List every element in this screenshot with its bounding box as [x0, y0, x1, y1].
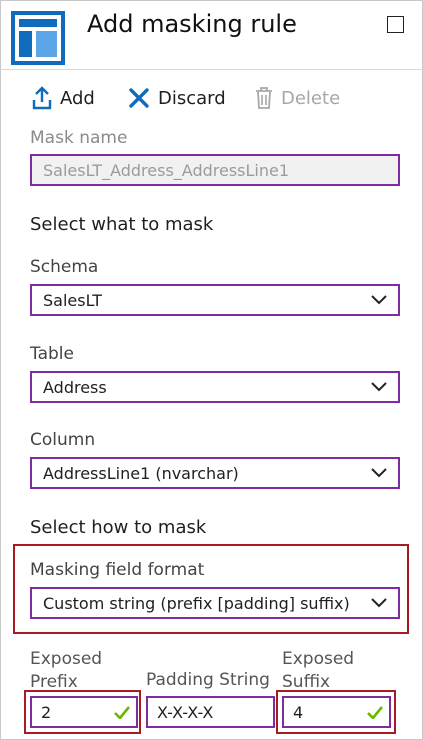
upload-icon [32, 86, 52, 110]
delete-button[interactable]: Delete [255, 84, 340, 112]
padding-string-input[interactable]: X-X-X-X [146, 696, 275, 728]
add-button-label: Add [60, 87, 95, 109]
exposed-suffix-label-line1: Exposed [282, 649, 355, 669]
exposed-prefix-label-line1: Exposed [30, 649, 103, 669]
mask-name-value: SalesLT_Address_AddressLine1 [43, 160, 290, 180]
exposed-prefix-input[interactable]: 2 [30, 696, 138, 728]
table-dropdown[interactable]: Address [30, 371, 400, 403]
exposed-suffix-label: Exposed Suffix [282, 648, 354, 694]
chevron-down-icon [371, 295, 387, 305]
select-how-heading: Select how to mask [30, 517, 207, 538]
column-label: Column [30, 430, 96, 450]
column-value: AddressLine1 (nvarchar) [43, 463, 239, 483]
masking-format-value: Custom string (prefix [padding] suffix) [43, 593, 350, 613]
delete-button-label: Delete [281, 87, 341, 109]
padding-string-value: X-X-X-X [157, 702, 214, 722]
schema-value: SalesLT [43, 290, 103, 310]
masking-format-label: Masking field format [30, 560, 205, 580]
schema-label: Schema [30, 257, 99, 277]
mask-name-label: Mask name [30, 128, 128, 148]
exposed-suffix-input[interactable]: 4 [282, 696, 391, 728]
chevron-down-icon [371, 382, 387, 392]
column-dropdown[interactable]: AddressLine1 (nvarchar) [30, 457, 400, 489]
close-icon [129, 88, 149, 108]
padding-string-label: Padding String [146, 670, 270, 690]
page-title: Add masking rule [87, 10, 297, 38]
discard-button-label: Discard [158, 87, 226, 109]
chevron-down-icon [371, 468, 387, 478]
maximize-icon[interactable] [387, 16, 404, 33]
exposed-prefix-label: Exposed Prefix [30, 648, 102, 694]
blade-icon [11, 11, 65, 65]
select-what-heading: Select what to mask [30, 214, 214, 235]
discard-button[interactable]: Discard [128, 84, 226, 112]
chevron-down-icon [371, 598, 387, 608]
exposed-suffix-value: 4 [293, 702, 304, 722]
toolbar: Add Discard Delete [0, 70, 423, 126]
add-button[interactable]: Add [32, 84, 95, 112]
schema-dropdown[interactable]: SalesLT [30, 284, 400, 316]
trash-icon [256, 87, 272, 109]
checkmark-icon [367, 706, 383, 719]
masking-format-dropdown[interactable]: Custom string (prefix [padding] suffix) [30, 587, 400, 619]
mask-name-field: SalesLT_Address_AddressLine1 [30, 154, 400, 186]
blade-header: Add masking rule [0, 0, 423, 70]
exposed-prefix-value: 2 [41, 702, 52, 722]
checkmark-icon [114, 706, 130, 719]
table-label: Table [30, 344, 74, 364]
table-value: Address [43, 377, 107, 397]
